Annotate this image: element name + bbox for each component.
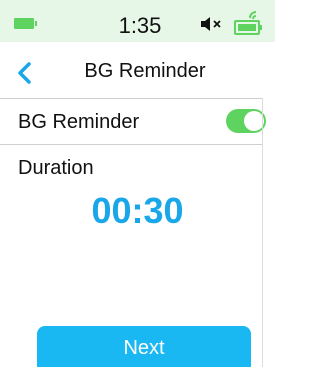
duration-label: Duration (18, 157, 94, 179)
divider (0, 144, 262, 145)
bluetooth-battery-icon (234, 11, 262, 35)
bg-reminder-label: BG Reminder (18, 111, 140, 133)
status-bar: 1:35 (0, 0, 275, 42)
right-edge-line (262, 98, 263, 367)
status-time: 1:35 (118, 13, 162, 38)
toggle-knob (244, 111, 264, 131)
divider (0, 98, 262, 99)
bg-reminder-toggle[interactable] (226, 109, 266, 133)
mute-icon (201, 17, 221, 31)
next-button[interactable]: Next (37, 326, 251, 367)
duration-value[interactable]: 00:30 (60, 190, 215, 232)
battery-icon (14, 18, 37, 29)
back-chevron-icon[interactable] (16, 62, 34, 84)
bg-reminder-screen: 1:35 BG Reminder BG Reminder Duration 00… (0, 0, 275, 367)
page-title: BG Reminder (84, 60, 206, 82)
